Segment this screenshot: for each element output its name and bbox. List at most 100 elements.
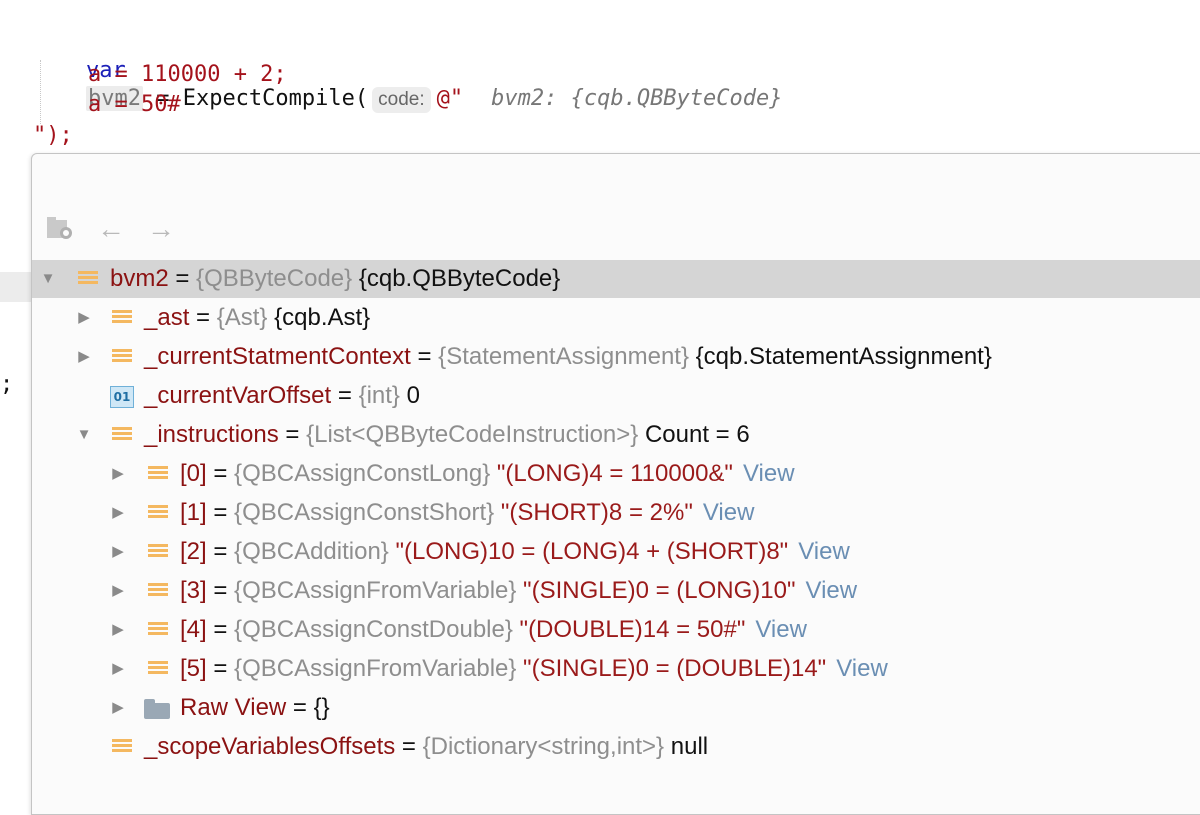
tree-row-text: [0] = {QBCAssignConstLong} "(LONG)4 = 11… xyxy=(180,455,795,493)
equals: = xyxy=(286,694,314,721)
view-link[interactable]: View xyxy=(755,616,807,643)
back-arrow-icon[interactable]: ← xyxy=(94,212,128,246)
field-name: _currentVarOffset xyxy=(144,382,332,409)
field-type: {QBCAssignConstLong} xyxy=(234,460,491,487)
field-icon xyxy=(148,544,168,561)
field-name: [5] xyxy=(180,655,207,682)
equals: = xyxy=(206,616,235,643)
view-link[interactable]: View xyxy=(806,577,858,604)
field-type: {QBByteCode} xyxy=(196,265,353,292)
equals: = xyxy=(206,655,235,682)
tree-row-text: _scopeVariablesOffsets = {Dictionary<str… xyxy=(144,728,708,766)
field-icon xyxy=(148,622,168,639)
indent-guide xyxy=(40,60,41,124)
equals: = xyxy=(168,265,197,292)
field-name: _currentStatmentContext xyxy=(144,343,411,370)
expand-arrow-icon[interactable]: ▶ xyxy=(74,338,94,376)
forward-arrow-icon[interactable]: → xyxy=(144,212,178,246)
field-type: {List<QBByteCodeInstruction>} xyxy=(306,421,639,448)
field-icon xyxy=(148,583,168,600)
equals: = xyxy=(206,499,235,526)
field-name: [0] xyxy=(180,460,207,487)
view-link[interactable]: View xyxy=(798,538,850,565)
folder-icon xyxy=(144,699,170,719)
field-type: {QBCAssignConstDouble} xyxy=(234,616,513,643)
field-value: {} xyxy=(313,694,330,721)
tree-row-text: bvm2 = {QBByteCode} {cqb.QBByteCode} xyxy=(110,260,560,298)
field-value: "(SHORT)8 = 2%" xyxy=(494,499,693,526)
inline-debug-value: bvm2: {cqb.QBByteCode} xyxy=(491,86,783,111)
view-link[interactable]: View xyxy=(836,655,888,682)
field-icon xyxy=(148,661,168,678)
expand-arrow-icon[interactable]: ▶ xyxy=(108,650,128,688)
field-name: [4] xyxy=(180,616,207,643)
tree-row-text: [5] = {QBCAssignFromVariable} "(SINGLE)0… xyxy=(180,650,888,688)
field-type: {Ast} xyxy=(216,304,268,331)
collapse-arrow-icon[interactable]: ▼ xyxy=(74,416,94,454)
tree-row-instruction-0[interactable]: ▶ [0] = {QBCAssignConstLong} "(LONG)4 = … xyxy=(32,455,1200,493)
field-icon xyxy=(112,739,132,756)
tree-row-instruction-5[interactable]: ▶ [5] = {QBCAssignFromVariable} "(SINGLE… xyxy=(32,650,1200,688)
tree-row-instruction-2[interactable]: ▶ [2] = {QBCAddition} "(LONG)10 = (LONG)… xyxy=(32,533,1200,571)
field-value: {cqb.QBByteCode} xyxy=(352,265,561,292)
tree-row-text: _instructions = {List<QBByteCodeInstruct… xyxy=(144,416,750,454)
tree-row-text: Raw View = {} xyxy=(180,689,330,727)
equals: = xyxy=(189,304,217,331)
editor-left-fragment: ; xyxy=(0,372,14,397)
field-value: "(LONG)10 = (LONG)4 + (SHORT)8" xyxy=(388,538,789,565)
field-name: _instructions xyxy=(144,421,279,448)
field-name: Raw View xyxy=(180,694,287,721)
equals: = xyxy=(331,382,359,409)
field-name: _ast xyxy=(144,304,190,331)
field-name: _scopeVariablesOffsets xyxy=(144,733,396,760)
expand-arrow-icon[interactable]: ▶ xyxy=(108,611,128,649)
expand-arrow-icon[interactable]: ▶ xyxy=(74,299,94,337)
equals: = xyxy=(206,460,235,487)
tree-row-text: [4] = {QBCAssignConstDouble} "(DOUBLE)14… xyxy=(180,611,807,649)
field-value: null xyxy=(664,733,709,760)
tree-row-instruction-3[interactable]: ▶ [3] = {QBCAssignFromVariable} "(SINGLE… xyxy=(32,572,1200,610)
expand-arrow-icon[interactable]: ▶ xyxy=(108,455,128,493)
field-value: "(SINGLE)0 = (DOUBLE)14" xyxy=(516,655,827,682)
field-value: {cqb.StatementAssignment} xyxy=(689,343,992,370)
tree-row-current-var-offset[interactable]: 01 _currentVarOffset = {int} 0 xyxy=(32,377,1200,415)
code-editor[interactable]: var bvm2 = ExpectCompile(code: @" bvm2: {c… xyxy=(0,0,1200,160)
view-link[interactable]: View xyxy=(703,499,755,526)
field-icon xyxy=(112,427,132,444)
debug-inspect-popup[interactable]: ← → ▼ bvm2 = {QBByteCode} {cqb.QBByteCod… xyxy=(31,153,1200,815)
tree-row-scope-variables-offsets[interactable]: _scopeVariablesOffsets = {Dictionary<str… xyxy=(32,728,1200,766)
tree-row-raw-view[interactable]: ▶ Raw View = {} xyxy=(32,689,1200,727)
expand-arrow-icon[interactable]: ▶ xyxy=(108,494,128,532)
field-value: "(DOUBLE)14 = 50#" xyxy=(512,616,746,643)
field-name: [1] xyxy=(180,499,207,526)
field-type: {int} xyxy=(358,382,400,409)
param-hint-code: code: xyxy=(372,87,431,113)
tree-row-text: _ast = {Ast} {cqb.Ast} xyxy=(144,299,370,337)
field-type: {StatementAssignment} xyxy=(438,343,689,370)
field-value: "(LONG)4 = 110000&" xyxy=(490,460,733,487)
int-primitive-icon: 01 xyxy=(110,386,134,408)
tree-row-text: _currentStatmentContext = {StatementAssi… xyxy=(144,338,992,376)
collapse-arrow-icon[interactable]: ▼ xyxy=(38,260,58,298)
field-value: {cqb.Ast} xyxy=(267,304,371,331)
view-link[interactable]: View xyxy=(743,460,795,487)
code-line-1: var bvm2 = ExpectCompile(code: @" bvm2: {c… xyxy=(33,29,783,113)
field-name: [2] xyxy=(180,538,207,565)
popup-toolbar: ← → xyxy=(32,154,1200,259)
field-value: 0 xyxy=(399,382,420,409)
field-value: Count = 6 xyxy=(638,421,750,448)
expand-arrow-icon[interactable]: ▶ xyxy=(108,533,128,571)
equals: = xyxy=(206,538,235,565)
expand-arrow-icon[interactable]: ▶ xyxy=(108,572,128,610)
tree-row-bvm2[interactable]: ▼ bvm2 = {QBByteCode} {cqb.QBByteCode} xyxy=(32,260,1200,298)
field-type: {Dictionary<string,int>} xyxy=(422,733,665,760)
watch-icon[interactable] xyxy=(44,212,78,246)
tree-row-instructions[interactable]: ▼ _instructions = {List<QBByteCodeInstru… xyxy=(32,416,1200,454)
field-icon xyxy=(112,349,132,366)
expand-arrow-icon[interactable]: ▶ xyxy=(108,689,128,727)
tree-row-current-statment-context[interactable]: ▶ _currentStatmentContext = {StatementAs… xyxy=(32,338,1200,376)
tree-row-instruction-1[interactable]: ▶ [1] = {QBCAssignConstShort} "(SHORT)8 … xyxy=(32,494,1200,532)
tree-row-ast[interactable]: ▶ _ast = {Ast} {cqb.Ast} xyxy=(32,299,1200,337)
field-value: "(SINGLE)0 = (LONG)10" xyxy=(516,577,796,604)
tree-row-instruction-4[interactable]: ▶ [4] = {QBCAssignConstDouble} "(DOUBLE)… xyxy=(32,611,1200,649)
